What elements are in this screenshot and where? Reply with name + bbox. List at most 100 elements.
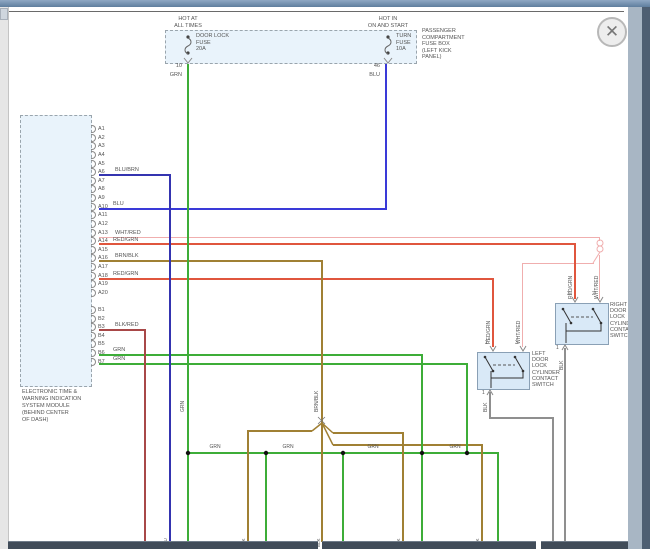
- pin-connector-icon: [91, 340, 96, 348]
- pin-label: A20: [98, 290, 108, 296]
- pin-label: B6: [98, 350, 105, 356]
- wire-a18-redgrn-h: [99, 278, 494, 280]
- pin-label: A4: [98, 152, 105, 158]
- module-pin-a6: A6: [91, 169, 105, 176]
- hot-at-all-times-label: HOT ATALL TIMES: [158, 16, 218, 29]
- module-pin-a16: A16: [91, 255, 108, 262]
- module-pin-b1: B1: [91, 307, 105, 314]
- pin-label: A10: [98, 204, 108, 210]
- pin-connector-icon: [91, 160, 96, 168]
- pin-connector-icon: [91, 315, 96, 323]
- pin-label: A17: [98, 264, 108, 270]
- pin-label: A3: [98, 143, 105, 149]
- window-top-bar: [0, 0, 650, 7]
- module-pin-a20: A20: [91, 290, 108, 297]
- wire-label-b6: GRN: [113, 347, 125, 354]
- pin-label: B3: [98, 324, 105, 330]
- wire-a13-whtred-h: [99, 237, 600, 238]
- module-pin-a8: A8: [91, 186, 105, 193]
- wire-leftswitch-blk-h: [489, 417, 553, 419]
- bottom-component-bar-3: [541, 541, 628, 549]
- pin-connector-icon: [91, 237, 96, 245]
- wire-label-a6: BLU/BRN: [115, 167, 139, 174]
- bus-grn-label-2: GRN: [273, 444, 303, 451]
- wire-a16-brnblk-h: [99, 260, 322, 262]
- module-pin-a9: A9: [91, 195, 105, 202]
- module-pin-a14: A14: [91, 238, 108, 245]
- fuse-pin-46-label: 46: [366, 63, 380, 70]
- connector-chevron-icon: [520, 346, 526, 351]
- module-pin-a1: A1: [91, 126, 105, 133]
- pin-connector-icon: [91, 194, 96, 202]
- bus-grn-label-1: GRN: [200, 444, 230, 451]
- pin-label: B5: [98, 341, 105, 347]
- module-pin-a2: A2: [91, 134, 105, 141]
- pin-connector-icon: [91, 185, 96, 193]
- wire-b6-grn-drop-v: [421, 354, 423, 542]
- wire-grn-main-v: [187, 64, 189, 542]
- pin-label: A19: [98, 281, 108, 287]
- left-switch-redgrn-label: RED/GRN: [486, 321, 492, 344]
- wire-redgrn-leftswitch-v: [492, 278, 494, 347]
- wire-brn-actuator1-v: [247, 430, 249, 542]
- wire-rightswitch-blk-v: [564, 348, 566, 542]
- pin-label: A12: [98, 221, 108, 227]
- module-pin-a7: A7: [91, 177, 105, 184]
- pin-connector-icon: [91, 134, 96, 142]
- pin-connector-icon: [91, 263, 96, 271]
- wire-leftswitch-blk-down-v: [552, 417, 554, 542]
- pin-label: A13: [98, 230, 108, 236]
- brnblk-riser-label: BRN/BLK: [314, 391, 320, 412]
- pin-connector-icon: [91, 177, 96, 185]
- left-switch-pin1-label: 1: [482, 390, 485, 397]
- pin-label: A11: [98, 212, 107, 218]
- module-name-label: ELECTRONIC TIME &WARNING INDICATIONSYSTE…: [22, 389, 81, 424]
- pin-label: B2: [98, 316, 105, 322]
- module-box: [20, 115, 92, 387]
- module-pin-b2: B2: [91, 315, 105, 322]
- fuse-wire-blu-label: BLU: [362, 72, 380, 79]
- wire-grn-actuator2-v: [342, 452, 344, 542]
- hot-in-on-start-label: HOT INON AND START: [358, 16, 418, 29]
- scrollbar-thumb[interactable]: [0, 8, 8, 20]
- wire-label-a18: RED/GRN: [113, 271, 138, 278]
- wire-brn-branch-right1-h: [333, 432, 403, 434]
- right-switch-pin1-label: 1: [556, 345, 559, 352]
- pin-connector-icon: [91, 358, 96, 366]
- pin-connector-icon: [91, 254, 96, 262]
- pin-label: A14: [98, 238, 108, 244]
- wire-label-b3: BLK/RED: [115, 322, 139, 329]
- pin-connector-icon: [91, 306, 96, 314]
- close-button[interactable]: ✕: [597, 17, 627, 47]
- wire-a10-blu-h: [99, 208, 387, 210]
- pin-label: B4: [98, 333, 105, 339]
- wire-blu-fuse-v: [385, 64, 387, 210]
- left-scrollbar[interactable]: [0, 7, 9, 549]
- module-pin-b6: B6: [91, 350, 105, 357]
- pin-connector-icon: [91, 142, 96, 150]
- turn-fuse-label: TURNFUSE10A: [396, 33, 411, 53]
- right-switch-blk-label: BLK: [559, 361, 565, 370]
- pin-label: A15: [98, 247, 108, 253]
- pin-label: A8: [98, 186, 105, 192]
- pin-connector-icon: [91, 349, 96, 357]
- pin-label: A7: [98, 178, 105, 184]
- left-switch-name-label: LEFTDOORLOCK CYLINDERCONTACTSWITCH: [532, 351, 560, 388]
- module-pin-a15: A15: [91, 246, 108, 253]
- bus-grn-label-3: GRN: [358, 444, 388, 451]
- wire-label-a13: WHT/RED: [115, 230, 141, 237]
- left-switch-blk-label: BLK: [483, 403, 489, 412]
- pin-label: A5: [98, 161, 105, 167]
- pin-label: B7: [98, 359, 105, 365]
- door-lock-fuse-label: DOOR LOCKFUSE20A: [196, 33, 229, 53]
- right-switch-redgrn-label: RED/GRN: [568, 276, 574, 299]
- wire-grn-bus-end-v: [497, 452, 499, 542]
- pin-label: A18: [98, 273, 108, 279]
- left-switch-whtred-label: WHT/RED: [516, 321, 522, 344]
- pin-connector-icon: [91, 280, 96, 288]
- pin-label: B1: [98, 307, 105, 313]
- module-pin-a10: A10: [91, 203, 108, 210]
- wire-whtred-leftswitch-v: [522, 263, 523, 347]
- left-door-lock-switch-box: [477, 352, 530, 390]
- fuse-wire-grn-label: GRN: [164, 72, 182, 79]
